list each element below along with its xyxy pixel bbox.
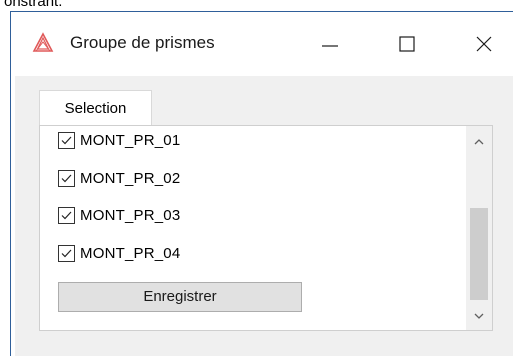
checkbox[interactable] bbox=[58, 131, 75, 149]
item-label: MONT_PR_04 bbox=[80, 244, 181, 262]
minimize-icon bbox=[322, 45, 338, 47]
tab-label: Selection bbox=[64, 99, 127, 117]
scroll-down-button[interactable] bbox=[466, 304, 492, 328]
vertical-scrollbar[interactable] bbox=[466, 126, 492, 330]
list-item[interactable]: MONT_PR_03 bbox=[58, 203, 180, 227]
maximize-icon bbox=[399, 36, 415, 52]
window-title: Groupe de prismes bbox=[70, 33, 215, 52]
checkmark-icon bbox=[61, 136, 72, 144]
chevron-down-icon bbox=[474, 313, 484, 319]
scrollbar-thumb[interactable] bbox=[470, 208, 488, 300]
background-text-fragment: onstrant. bbox=[4, 0, 63, 10]
checkmark-icon bbox=[61, 211, 72, 219]
checkmark-icon bbox=[61, 174, 72, 182]
title-bar[interactable]: Groupe de prismes bbox=[15, 12, 513, 76]
close-button[interactable] bbox=[461, 26, 507, 62]
checkbox[interactable] bbox=[58, 206, 75, 224]
list-item[interactable]: MONT_PR_01 bbox=[58, 128, 180, 152]
save-button[interactable]: Enregistrer bbox=[58, 282, 302, 312]
triangle-logo-icon bbox=[32, 32, 54, 54]
list-item[interactable]: MONT_PR_04 bbox=[58, 241, 180, 265]
chevron-up-icon bbox=[474, 139, 484, 145]
maximize-button[interactable] bbox=[384, 26, 430, 62]
minimize-button[interactable] bbox=[307, 26, 353, 62]
checkbox[interactable] bbox=[58, 244, 75, 262]
item-label: MONT_PR_03 bbox=[80, 206, 181, 224]
dialog-content: Selection MONT_PR_01 MONT_PR_02 MONT_PR_… bbox=[15, 76, 513, 356]
close-icon bbox=[476, 36, 492, 52]
list-item[interactable]: MONT_PR_02 bbox=[58, 166, 180, 190]
tab-selection[interactable]: Selection bbox=[39, 90, 152, 125]
dialog-window: Groupe de prismes Selection MONT_PR_01 M… bbox=[10, 11, 513, 356]
checkmark-icon bbox=[61, 249, 72, 257]
scroll-up-button[interactable] bbox=[466, 130, 492, 154]
item-label: MONT_PR_02 bbox=[80, 169, 181, 187]
item-label: MONT_PR_01 bbox=[80, 131, 181, 149]
selection-panel: MONT_PR_01 MONT_PR_02 MONT_PR_03 MONT_PR… bbox=[39, 125, 493, 331]
checkbox[interactable] bbox=[58, 169, 75, 187]
